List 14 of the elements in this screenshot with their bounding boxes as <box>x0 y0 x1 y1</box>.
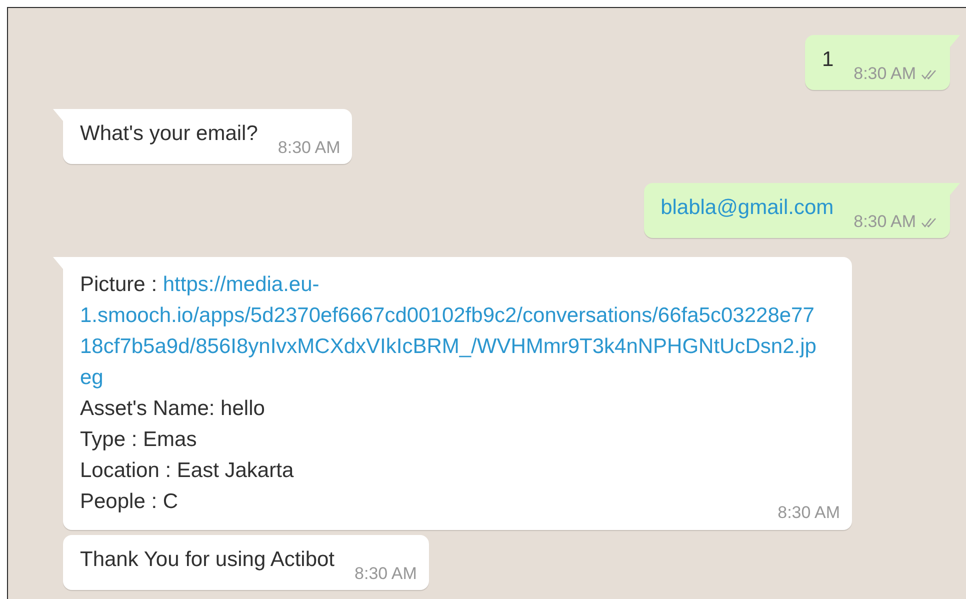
message-text: People : C <box>80 489 178 515</box>
message-time: 8:30 AM <box>854 213 916 231</box>
message-text: Thank You for using Actibot <box>80 547 335 573</box>
message-time: 8:30 AM <box>354 565 417 583</box>
message-text: What's your email? <box>80 121 258 147</box>
message-time: 8:30 AM <box>778 504 840 522</box>
message-link[interactable]: blabla@gmail.com <box>660 195 834 221</box>
message-text: Asset's Name: hello <box>80 396 265 422</box>
message-text: Location : East Jakarta <box>80 458 294 484</box>
message-text: Type : Emas <box>80 427 197 453</box>
message-time: 8:30 AM <box>278 139 340 157</box>
message-time: 8:30 AM <box>854 65 916 83</box>
message-text: 1 <box>822 47 834 73</box>
message-text: Picture : https://media.eu-1.smooch.io/apps/5d2370ef6667cd00102fb9c2/conversations/66fa5c03228e7718cf7b5a9d/856I8ynIvxMCXdxVIkIcBRM_/WVHMmr9T3k4nNPHGNtUcDsn2.jpeg <box>80 272 818 391</box>
